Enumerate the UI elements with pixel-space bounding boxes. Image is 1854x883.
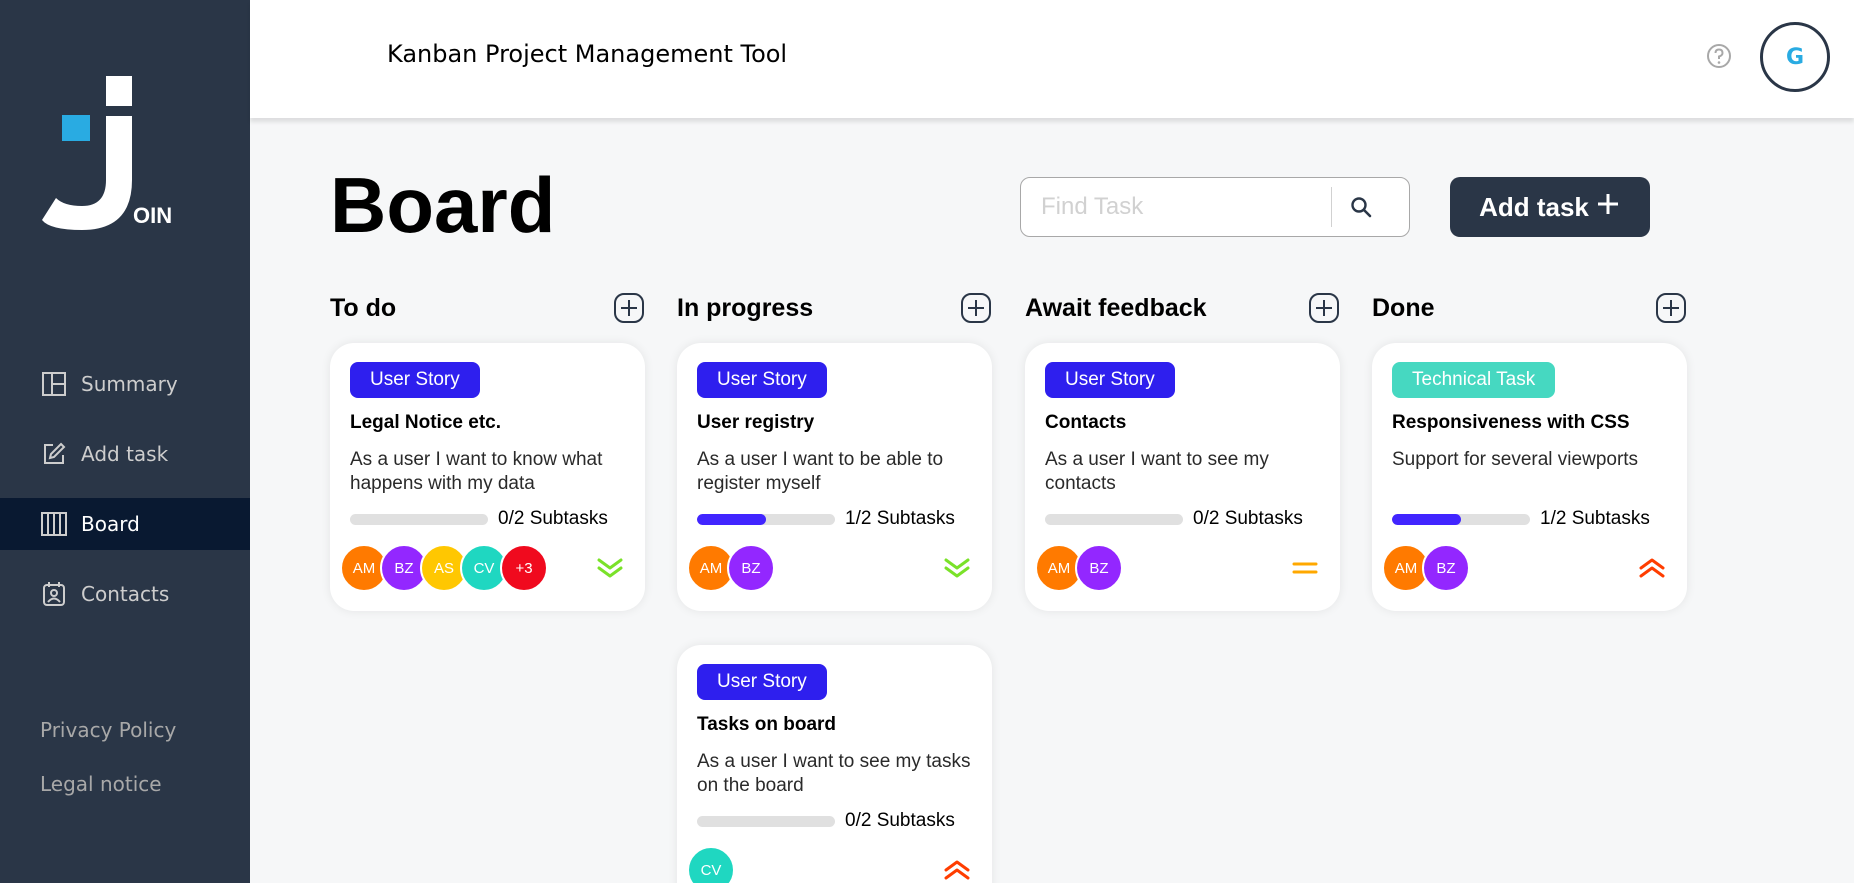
subtask-count: 0/2 Subtasks [845,810,955,831]
contacts-icon [40,580,68,608]
sidebar-item-label: Contacts [81,582,170,606]
add-to-column-plus-icon[interactable] [960,292,992,324]
column-title: To do [330,293,397,322]
card-description: Support for several viewports [1392,449,1639,470]
search-icon[interactable] [1332,178,1390,236]
subtask-progress: 1/2 Subtasks [697,508,972,530]
subtask-progress: 1/2 Subtasks [1392,508,1667,530]
add-to-column-plus-icon[interactable] [613,292,645,324]
help-circle-icon[interactable] [1705,42,1733,70]
progress-bar [1392,513,1530,525]
column-header-todo: To do [330,290,645,326]
search-box [1020,177,1410,237]
task-card[interactable]: User Story Tasks on board As a user I wa… [677,645,992,883]
category-tag: Technical Task [1392,362,1556,398]
column-title: Await feedback [1025,293,1207,322]
subtask-count: 1/2 Subtasks [845,508,955,529]
task-card[interactable]: User Story Legal Notice etc. As a user I… [330,343,645,611]
subtask-count: 0/2 Subtasks [1193,508,1303,529]
progress-bar [697,513,835,525]
card-description: As a user I want to know what happens wi… [350,449,603,494]
user-avatar[interactable]: G [1760,22,1830,92]
column-header-in-progress: In progress [677,290,992,326]
legal-links: Privacy Policy Legal notice [40,718,176,826]
sidebar-item-summary[interactable]: Summary [0,358,250,410]
add-to-column-plus-icon[interactable] [1308,292,1340,324]
assignee-avatar: CV [687,846,735,883]
assignee-list: AM BZ [1382,544,1470,592]
edit-icon [40,440,68,468]
card-footer: AM BZ [1035,544,1320,592]
search-input[interactable] [1021,187,1331,227]
sidebar-item-contacts[interactable]: Contacts [0,568,250,620]
sidebar: OIN Summary Add task Board Contacts Priv… [0,0,250,883]
card-title: Responsiveness with CSS [1392,412,1630,433]
sidebar-item-label: Add task [81,442,169,466]
category-tag: User Story [697,362,827,398]
progress-fill [697,513,766,525]
subtask-progress: 0/2 Subtasks [1045,508,1320,530]
card-footer: AM BZ [687,544,972,592]
assignee-avatar: BZ [727,544,775,592]
subtask-count: 0/2 Subtasks [498,508,608,529]
card-footer: AM BZ [1382,544,1667,592]
column-title: In progress [677,293,814,322]
column-header-await-feedback: Await feedback [1025,290,1340,326]
assignee-avatar: BZ [1422,544,1470,592]
priority-low-icon [942,556,972,580]
privacy-policy-link[interactable]: Privacy Policy [40,718,176,742]
sidebar-item-board[interactable]: Board [0,498,250,550]
plus-icon [1595,191,1621,224]
add-task-button[interactable]: Add task [1450,177,1650,237]
assignee-avatar: +3 [500,544,548,592]
logo-text: OIN [133,203,172,228]
summary-icon [40,370,68,398]
priority-low-icon [595,556,625,580]
priority-urgent-icon [942,858,972,882]
sidebar-item-label: Board [81,512,140,536]
subtask-progress: 0/2 Subtasks [697,810,972,832]
top-header: Kanban Project Management Tool G [250,0,1854,118]
assignee-list: CV [687,846,735,883]
assignee-list: AM BZ [687,544,775,592]
card-title: User registry [697,412,815,433]
progress-fill [1392,513,1461,525]
progress-bar [697,815,835,827]
task-card[interactable]: User Story Contacts As a user I want to … [1025,343,1340,611]
card-description: As a user I want to see my tasks on the … [697,751,971,796]
card-title: Contacts [1045,412,1127,433]
card-description: As a user I want to see my contacts [1045,449,1269,494]
join-logo[interactable]: OIN [40,76,180,236]
progress-bar [1045,513,1183,525]
sidebar-nav: Summary Add task Board Contacts [0,358,250,638]
subtask-progress: 0/2 Subtasks [350,508,625,530]
card-footer: AM BZ AS CV +3 [340,544,625,592]
assignee-list: AM BZ [1035,544,1123,592]
assignee-avatar: BZ [1075,544,1123,592]
legal-notice-link[interactable]: Legal notice [40,772,176,796]
sidebar-item-add-task[interactable]: Add task [0,428,250,480]
card-title: Tasks on board [697,714,837,735]
subtask-count: 1/2 Subtasks [1540,508,1650,529]
task-card[interactable]: Technical Task Responsiveness with CSS S… [1372,343,1687,611]
card-description: As a user I want to be able to register … [697,449,944,494]
add-task-label: Add task [1479,191,1589,222]
add-to-column-plus-icon[interactable] [1655,292,1687,324]
column-header-done: Done [1372,290,1687,326]
task-card[interactable]: User Story User registry As a user I wan… [677,343,992,611]
app-title: Kanban Project Management Tool [387,40,788,68]
column-title: Done [1372,293,1435,322]
priority-medium-icon [1290,556,1320,580]
priority-urgent-icon [1637,556,1667,580]
card-footer: CV [687,846,972,883]
progress-bar [350,513,488,525]
assignee-list: AM BZ AS CV +3 [340,544,548,592]
card-title: Legal Notice etc. [350,412,501,433]
sidebar-item-label: Summary [81,372,178,396]
category-tag: User Story [350,362,480,398]
category-tag: User Story [1045,362,1175,398]
board-icon [40,510,68,538]
category-tag: User Story [697,664,827,700]
page-title: Board [330,161,556,249]
